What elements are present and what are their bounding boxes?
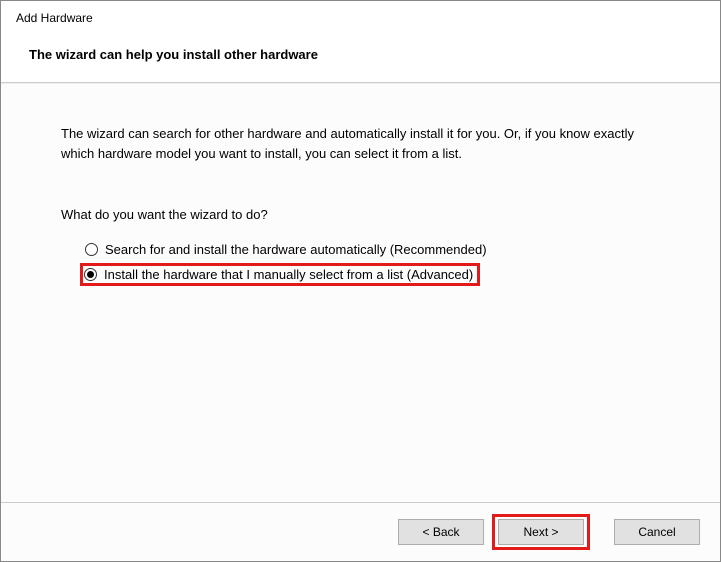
option-label: Install the hardware that I manually sel…	[104, 267, 473, 282]
window-title: Add Hardware	[16, 11, 705, 25]
radio-icon	[85, 243, 98, 256]
wizard-footer: < Back Next > Cancel	[1, 502, 720, 561]
cancel-button[interactable]: Cancel	[614, 519, 700, 545]
option-label: Search for and install the hardware auto…	[105, 242, 487, 257]
radio-group: Search for and install the hardware auto…	[61, 240, 660, 286]
radio-icon	[84, 268, 97, 281]
wizard-heading: The wizard can help you install other ha…	[29, 47, 705, 62]
wizard-header: Add Hardware The wizard can help you ins…	[1, 1, 720, 83]
back-button[interactable]: < Back	[398, 519, 484, 545]
intro-text: The wizard can search for other hardware…	[61, 124, 660, 163]
option-search-auto[interactable]: Search for and install the hardware auto…	[83, 240, 660, 259]
next-button[interactable]: Next >	[498, 519, 584, 545]
prompt-text: What do you want the wizard to do?	[61, 207, 660, 222]
wizard-content: The wizard can search for other hardware…	[1, 83, 720, 502]
option-manual-select[interactable]: Install the hardware that I manually sel…	[80, 263, 480, 286]
